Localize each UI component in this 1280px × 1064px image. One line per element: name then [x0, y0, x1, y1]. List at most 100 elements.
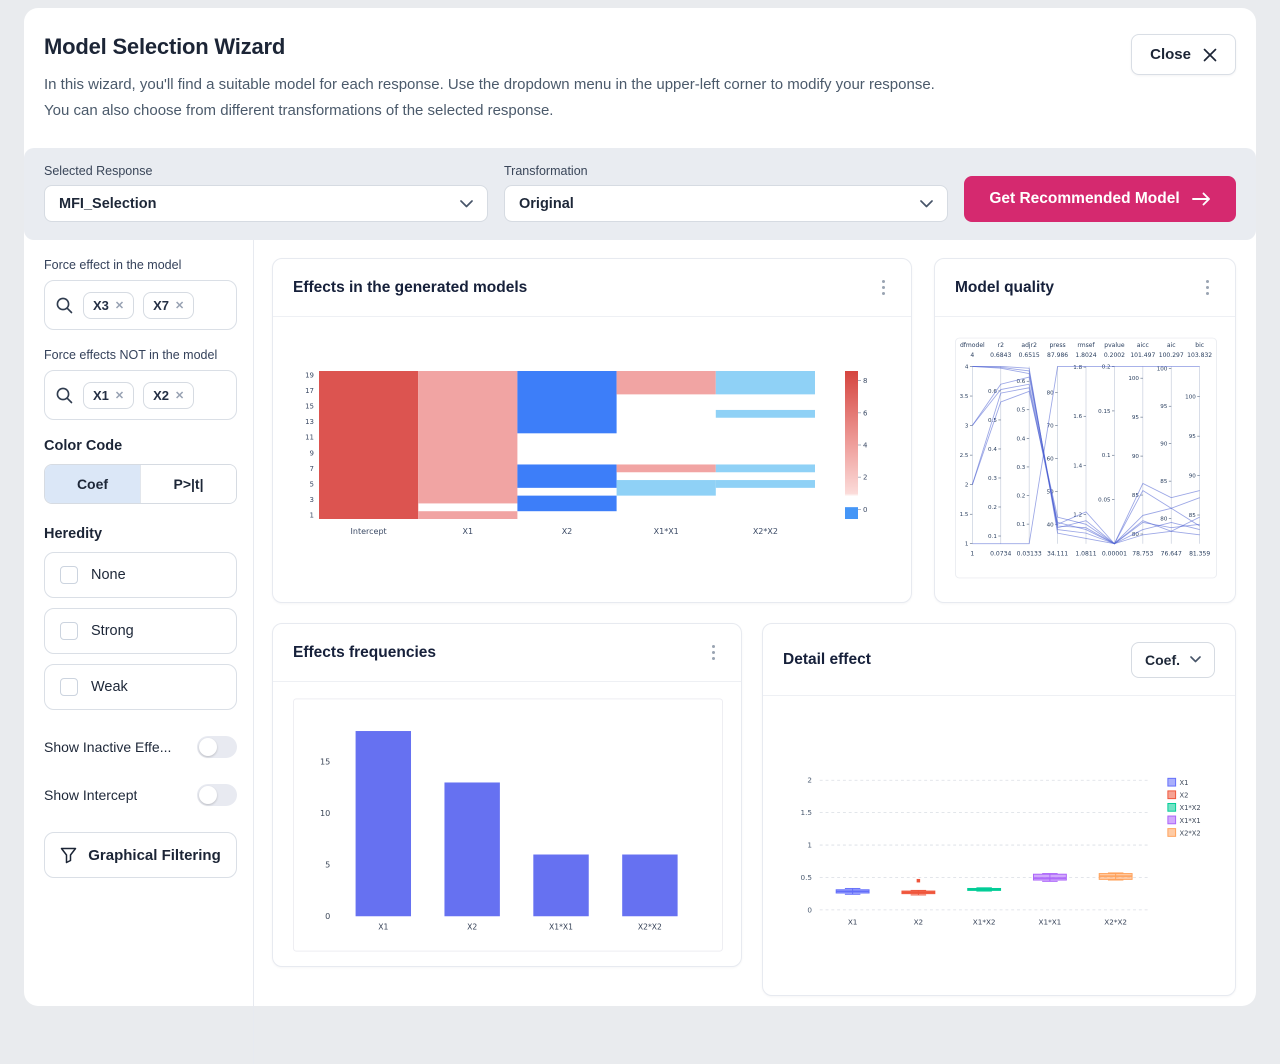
svg-text:1.0811: 1.0811: [1075, 550, 1096, 557]
close-icon: [1203, 48, 1217, 62]
kebab-menu-icon[interactable]: [876, 274, 891, 301]
transformation-select[interactable]: Original: [504, 185, 948, 222]
svg-text:0.05: 0.05: [1098, 497, 1111, 503]
svg-text:1: 1: [970, 550, 974, 557]
filter-funnel-icon: [60, 847, 77, 864]
svg-text:0.2: 0.2: [988, 505, 997, 511]
chip-x3[interactable]: X3 ✕: [83, 292, 134, 319]
svg-text:100: 100: [1157, 367, 1168, 373]
heredity-heading: Heredity: [44, 526, 237, 542]
svg-text:X2*X2: X2*X2: [1179, 829, 1200, 837]
chip-x2[interactable]: X2✕: [143, 382, 194, 409]
kebab-menu-icon[interactable]: [1200, 274, 1215, 301]
svg-text:4: 4: [970, 352, 974, 359]
svg-text:X2*X2: X2*X2: [753, 527, 778, 536]
detail-effect-metric-select[interactable]: Coef.: [1131, 642, 1215, 678]
force-in-label: Force effect in the model: [44, 258, 237, 272]
show-intercept-label: Show Intercept: [44, 787, 137, 803]
transformation-field: Transformation Original: [504, 164, 948, 222]
detail-effect-metric-value: Coef.: [1145, 652, 1180, 668]
heredity-option-none[interactable]: None: [44, 552, 237, 598]
svg-text:adjr2: adjr2: [1021, 342, 1037, 349]
checkbox-icon[interactable]: [60, 678, 78, 696]
svg-text:X1*X1: X1*X1: [654, 527, 679, 536]
svg-text:X1*X2: X1*X2: [1179, 804, 1200, 812]
chip-x7[interactable]: X7✕: [143, 292, 194, 319]
chip-label: X1: [93, 388, 109, 403]
charts-area: Effects in the generated models Intercep…: [254, 240, 1256, 1064]
detail-effect-box-chart: 00.511.52X1X2X1*X2X1*X1X2*X2X1X2X1*X2X1*…: [783, 728, 1223, 936]
heredity-option-label: None: [91, 567, 126, 583]
force-out-searchbox[interactable]: X1 ✕ X2✕: [44, 370, 237, 420]
force-in-searchbox[interactable]: X3 ✕ X7✕: [44, 280, 237, 330]
kebab-menu-icon[interactable]: [706, 639, 721, 666]
svg-text:1: 1: [310, 512, 314, 520]
svg-text:pvalue: pvalue: [1104, 342, 1125, 349]
svg-text:100.297: 100.297: [1159, 352, 1184, 359]
svg-text:80: 80: [1160, 517, 1168, 523]
svg-text:3.5: 3.5: [960, 394, 969, 400]
search-icon: [55, 296, 74, 315]
effects-heatmap-chart: InterceptX1X2X1*X1X2*X213579111315171986…: [293, 367, 891, 551]
svg-text:0.1: 0.1: [988, 534, 997, 540]
svg-text:2: 2: [863, 474, 867, 482]
get-recommended-model-button[interactable]: Get Recommended Model: [964, 176, 1236, 222]
svg-text:60: 60: [1047, 456, 1055, 462]
chevron-down-icon: [460, 200, 473, 208]
svg-text:r2: r2: [998, 342, 1004, 349]
svg-text:X1*X1: X1*X1: [1039, 917, 1062, 926]
svg-text:2: 2: [807, 776, 812, 785]
description-line-2: You can also choose from different trans…: [44, 98, 935, 124]
svg-text:100: 100: [1128, 376, 1139, 382]
chip-remove-icon[interactable]: ✕: [175, 389, 184, 402]
chip-remove-icon[interactable]: ✕: [175, 299, 184, 312]
svg-text:40: 40: [1047, 522, 1055, 528]
svg-text:0.6843: 0.6843: [990, 352, 1011, 359]
svg-text:10: 10: [320, 808, 330, 818]
chip-remove-icon[interactable]: ✕: [115, 299, 124, 312]
selected-response-select[interactable]: MFI_Selection: [44, 185, 488, 222]
svg-text:100: 100: [1185, 395, 1196, 401]
svg-text:0.2: 0.2: [1102, 365, 1111, 371]
svg-text:1.6: 1.6: [1073, 414, 1082, 420]
chip-label: X3: [93, 298, 109, 313]
svg-text:X1*X1: X1*X1: [549, 923, 573, 932]
color-code-option-coef[interactable]: Coef: [45, 465, 140, 503]
color-code-heading: Color Code: [44, 438, 237, 454]
wizard-header: Model Selection Wizard In this wizard, y…: [24, 8, 1256, 134]
svg-text:95: 95: [1189, 434, 1197, 440]
checkbox-icon[interactable]: [60, 622, 78, 640]
checkbox-icon[interactable]: [60, 566, 78, 584]
svg-text:0.5: 0.5: [1016, 408, 1025, 414]
graphical-filtering-button[interactable]: Graphical Filtering: [44, 832, 237, 878]
color-code-segmented: Coef P>|t|: [44, 464, 237, 504]
chip-x1[interactable]: X1 ✕: [83, 382, 134, 409]
svg-text:X2: X2: [467, 923, 477, 932]
svg-text:0: 0: [325, 911, 330, 921]
svg-text:85: 85: [1160, 479, 1168, 485]
svg-text:0.15: 0.15: [1098, 409, 1111, 415]
heredity-option-weak[interactable]: Weak: [44, 664, 237, 710]
svg-text:0.1: 0.1: [1016, 522, 1025, 528]
svg-text:X1: X1: [463, 527, 474, 536]
chevron-down-icon: [1190, 656, 1201, 663]
show-inactive-effects-toggle[interactable]: [197, 736, 237, 758]
svg-text:0.6515: 0.6515: [1019, 352, 1040, 359]
svg-text:0.3: 0.3: [988, 476, 997, 482]
search-icon: [55, 386, 74, 405]
svg-text:X2*X2: X2*X2: [638, 923, 662, 932]
chip-remove-icon[interactable]: ✕: [115, 389, 124, 402]
svg-text:90: 90: [1189, 474, 1197, 480]
color-code-option-pt[interactable]: P>|t|: [140, 465, 236, 503]
svg-text:1.4: 1.4: [1073, 463, 1082, 469]
svg-text:15: 15: [305, 403, 314, 411]
svg-text:0.5: 0.5: [800, 873, 812, 882]
effects-frequencies-title: Effects frequencies: [293, 644, 436, 662]
heredity-option-strong[interactable]: Strong: [44, 608, 237, 654]
svg-text:1: 1: [965, 542, 969, 548]
svg-text:15: 15: [320, 757, 330, 767]
show-intercept-row: Show Intercept: [44, 784, 237, 806]
show-intercept-toggle[interactable]: [197, 784, 237, 806]
effects-frequencies-bar-chart: 051015X1X2X1*X1X2*X2: [293, 694, 723, 956]
close-button[interactable]: Close: [1131, 34, 1236, 75]
